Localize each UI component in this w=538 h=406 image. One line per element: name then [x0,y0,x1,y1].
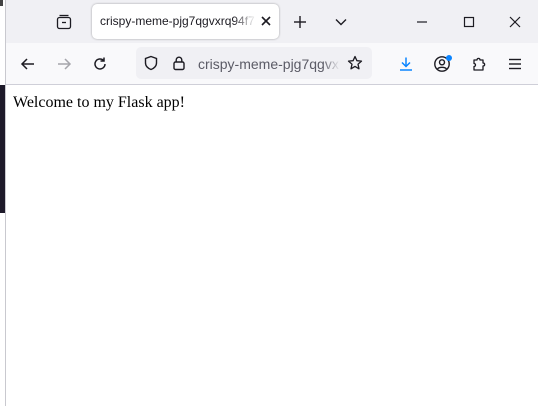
url-text[interactable]: crispy-meme-pjg7qgvxrq94f7 [198,56,340,72]
lock-icon[interactable] [170,54,188,72]
reload-icon[interactable] [90,54,110,74]
close-tab-icon[interactable] [258,13,274,29]
url-bar[interactable]: crispy-meme-pjg7qgvxrq94f7 [136,47,372,79]
tab-strip: crispy-meme-pjg7qgvxrq94f7 [6,0,538,43]
hamburger-menu-icon[interactable] [505,54,525,74]
tab-title: crispy-meme-pjg7qgvxrq94f7 [100,14,255,28]
shield-icon[interactable] [142,54,160,72]
account-icon[interactable] [432,54,452,74]
back-arrow-icon[interactable] [18,54,38,74]
navigation-toolbar: crispy-meme-pjg7qgvxrq94f7 [6,43,538,85]
browser-window: crispy-meme-pjg7qgvxrq94f7 crispy-meme-p… [5,0,538,406]
close-window-icon[interactable] [505,12,525,32]
welcome-text: Welcome to my Flask app! [13,94,186,111]
download-icon[interactable] [396,54,416,74]
active-tab[interactable]: crispy-meme-pjg7qgvxrq94f7 [92,4,279,39]
page-content: Welcome to my Flask app! [6,85,538,406]
maximize-icon[interactable] [459,12,479,32]
bookmark-star-icon[interactable] [346,54,364,72]
tab-overview-icon[interactable] [54,12,74,32]
account-notification-dot [446,55,452,61]
desktop-edge-mark [0,0,3,6]
puzzle-extensions-icon[interactable] [469,54,489,74]
list-tabs-chevron-down-icon[interactable] [331,12,351,32]
forward-arrow-icon[interactable] [54,54,74,74]
new-tab-plus-icon[interactable] [290,12,310,32]
minimize-icon[interactable] [412,12,432,32]
